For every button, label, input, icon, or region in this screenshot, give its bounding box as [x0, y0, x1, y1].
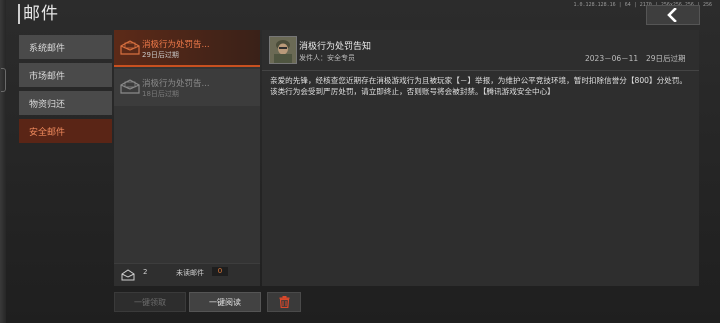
- unread-count-badge: 0: [212, 267, 228, 276]
- mail-category-sidebar: 系统邮件 市场邮件 物资归还 安全邮件: [19, 35, 112, 147]
- sidebar-item-supply-return[interactable]: 物资归还: [19, 91, 112, 115]
- trash-icon: [279, 296, 289, 308]
- sidebar-item-label: 安全邮件: [29, 127, 66, 138]
- mail-expiry: 18日后过期: [142, 90, 179, 98]
- sidebar-item-label: 市场邮件: [29, 71, 66, 82]
- edge-handle[interactable]: [1, 68, 6, 92]
- delete-button[interactable]: [267, 292, 301, 312]
- mail-screen: 邮件 1.0.128.128.16 | 64 | 2170 | 256x256.…: [0, 0, 720, 323]
- mail-subject: 消极行为处罚告知: [299, 42, 372, 52]
- mail-list-footer: 2 未读邮件 0: [114, 263, 260, 286]
- sidebar-item-system-mail[interactable]: 系统邮件: [19, 35, 112, 59]
- left-edge-bar: [0, 0, 6, 323]
- mail-stack-icon: [121, 269, 135, 281]
- collect-all-button[interactable]: 一键领取: [114, 292, 186, 312]
- unread-label: 未读邮件: [176, 269, 204, 277]
- mail-detail-expiry: 29日后过期: [646, 54, 686, 63]
- mail-list-item[interactable]: 消极行为处罚告... 18日后过期: [114, 69, 260, 106]
- mail-total-count: 2: [143, 268, 148, 276]
- mail-date: 2023－06－11: [585, 54, 639, 63]
- mail-detail-panel: 消极行为处罚告知 发件人：安全专员 2023－06－11 29日后过期 亲爱的先…: [262, 30, 699, 286]
- mail-title: 消极行为处罚告...: [142, 79, 210, 89]
- mail-expiry: 29日后过期: [142, 51, 179, 59]
- envelope-open-icon: [120, 79, 140, 94]
- mail-list: 消极行为处罚告... 29日后过期 消极行为处罚告... 18日后过期 2 未读…: [114, 30, 260, 286]
- back-button[interactable]: [646, 5, 700, 25]
- page-title: 邮件: [18, 4, 59, 24]
- sidebar-item-market-mail[interactable]: 市场邮件: [19, 63, 112, 87]
- mail-sender: 发件人：安全专员: [299, 54, 355, 62]
- read-all-button[interactable]: 一键阅读: [189, 292, 261, 312]
- mail-title: 消极行为处罚告...: [142, 40, 210, 50]
- mail-list-item[interactable]: 消极行为处罚告... 29日后过期: [114, 30, 260, 67]
- chevron-left-icon: [667, 8, 677, 22]
- mail-body: 亲爱的先锋，经核查您近期存在消极游戏行为且被玩家【－】举报，为维护公平竞技环境，…: [270, 76, 687, 96]
- read-all-label: 一键阅读: [209, 297, 241, 307]
- mail-detail-header: 消极行为处罚告知 发件人：安全专员 2023－06－11 29日后过期: [262, 30, 699, 71]
- envelope-open-icon: [120, 40, 140, 55]
- sidebar-item-label: 系统邮件: [29, 43, 66, 54]
- sidebar-item-label: 物资归还: [29, 99, 66, 110]
- sender-avatar: [269, 36, 297, 64]
- soldier-avatar-icon: [270, 37, 296, 63]
- sidebar-item-security-mail[interactable]: 安全邮件: [19, 119, 112, 143]
- collect-all-label: 一键领取: [134, 297, 166, 307]
